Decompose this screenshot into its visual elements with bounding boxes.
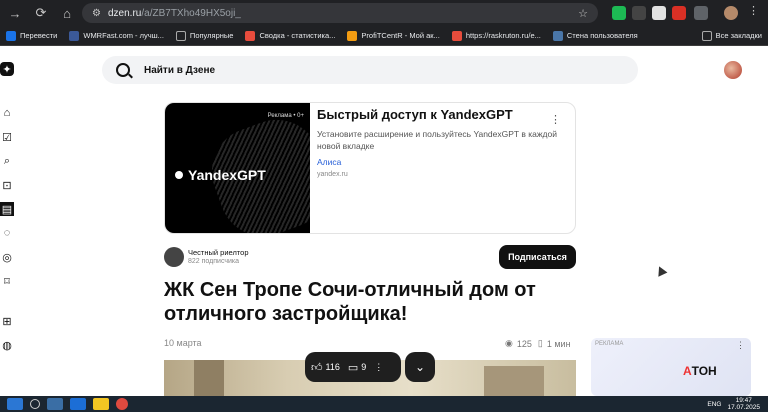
ad-domain: yandex.ru	[317, 171, 348, 178]
site-info-icon[interactable]: ⚙	[92, 8, 108, 19]
url-text: dzen.ru/a/ZB7TXho49HX5oji_	[108, 7, 241, 19]
comment-icon: ▭	[347, 361, 359, 374]
extension-icon[interactable]	[612, 6, 626, 20]
left-sidebar: ✦ ⌂ ☑ ⌕ ⊡ ▤ ◌ ◎ ⌑ ⊞ ◍	[0, 46, 20, 396]
ad-description: Установите расширение и пользуйтесь Yand…	[317, 129, 557, 151]
user-avatar[interactable]	[724, 61, 742, 79]
ad-logo: YandexGPT	[175, 167, 266, 183]
folder-icon	[175, 30, 186, 41]
clock[interactable]: 19:47 17.07.2025	[727, 397, 760, 411]
ad-badge: Реклама • 0+	[267, 113, 304, 119]
side-ad-brand: AТОН	[683, 364, 717, 378]
bookmark-star-icon[interactable]: ☆	[578, 7, 588, 20]
page-content: ✦ ⌂ ☑ ⌕ ⊡ ▤ ◌ ◎ ⌑ ⊞ ◍ Найти в Дзене Рекл…	[0, 46, 768, 396]
ad-card[interactable]: Реклама • 0+ YandexGPT Быстрый доступ к …	[164, 102, 576, 234]
translate-icon	[6, 30, 16, 41]
logo-dot-icon	[175, 171, 183, 179]
ad-image: Реклама • 0+ YandexGPT	[165, 103, 310, 233]
bookmark-icon[interactable]: ⌑	[0, 274, 14, 288]
bookmark-item[interactable]: Перевести	[6, 30, 57, 41]
chat-icon[interactable]: ◌	[0, 226, 14, 240]
search-bar[interactable]: Найти в Дзене	[102, 56, 638, 84]
extensions-puzzle-icon[interactable]	[694, 6, 708, 20]
bookmark-item[interactable]: ProfiTCentR - Мой ак...	[347, 30, 440, 41]
ad-title[interactable]: Быстрый доступ к YandexGPT	[317, 107, 557, 122]
bookmark-item[interactable]: Сводка - статистика...	[245, 30, 335, 41]
taskbar: ENG 19:47 17.07.2025	[0, 396, 768, 412]
like-button[interactable]: 👍︎ 116	[311, 361, 340, 374]
article-date: 10 марта	[164, 338, 202, 348]
dzen-logo-icon[interactable]: ✦	[0, 62, 14, 76]
bookmarks-bar: Перевести WMRFast.com - лучш... Популярн…	[0, 26, 768, 46]
building-shape	[484, 366, 544, 396]
home-icon[interactable]: ⌂	[0, 106, 14, 120]
extension-icon[interactable]	[672, 6, 686, 20]
home-icon[interactable]: ⌂	[56, 2, 78, 24]
thumb-up-icon: 👍︎	[311, 361, 323, 374]
bookmark-item[interactable]: Стена пользователя	[552, 30, 638, 41]
bookmark-item[interactable]: WMRFast.com - лучш...	[69, 30, 164, 41]
windows-start-icon[interactable]	[7, 398, 23, 410]
reload-icon[interactable]: ⟳	[30, 2, 52, 24]
site-icon	[451, 30, 462, 41]
taskbar-app-icon[interactable]	[47, 398, 63, 410]
tasks-icon[interactable]: ☑	[0, 130, 14, 144]
search-icon	[116, 63, 130, 77]
system-tray: ENG 19:47 17.07.2025	[707, 396, 760, 412]
browser-menu-icon[interactable]: ⋮	[748, 4, 762, 18]
author-row: Честный риелтор 822 подписчика Подписать…	[164, 245, 576, 271]
eye-icon: ◉	[505, 338, 513, 348]
reactions-bar: 👍︎ 116 ▭ 9 ⋮	[305, 352, 401, 382]
taskbar-app-icon[interactable]	[70, 398, 86, 410]
ad-body: Быстрый доступ к YandexGPT Установите ра…	[317, 107, 557, 178]
article-stats: ◉ 125 ▯ 1 мин	[505, 338, 577, 349]
author-name[interactable]: Честный риелтор	[188, 248, 249, 257]
scroll-down-button[interactable]: ⌄	[405, 352, 435, 382]
forward-icon[interactable]: →	[4, 2, 26, 24]
site-icon	[347, 30, 358, 41]
subscribe-button[interactable]: Подписаться	[499, 245, 576, 269]
author-avatar[interactable]	[164, 247, 184, 267]
bookmark-item[interactable]: https://raskruton.ru/e...	[451, 30, 541, 41]
shop-icon[interactable]: ⊡	[0, 178, 14, 192]
read-time: 1 мин	[546, 338, 571, 349]
ad-advertiser-link[interactable]: Алиса	[317, 157, 557, 167]
chrome-icon[interactable]	[116, 398, 128, 410]
all-bookmarks[interactable]: Все закладки	[701, 30, 762, 41]
pets-icon[interactable]: ◍	[0, 338, 14, 352]
side-ad[interactable]: РЕКЛАМА ⋮ AТОН	[591, 338, 751, 396]
explorer-icon[interactable]	[93, 398, 109, 410]
building-shape	[194, 360, 224, 396]
search-icon[interactable]: ⌕	[0, 154, 14, 168]
bookmark-folder[interactable]: Популярные	[175, 30, 233, 41]
site-icon	[69, 30, 80, 41]
profile-avatar[interactable]	[724, 6, 738, 20]
author-subscribers: 822 подписчика	[188, 258, 240, 265]
mouse-cursor-icon	[654, 264, 668, 277]
views-count: 125	[516, 338, 532, 349]
search-icon[interactable]	[30, 399, 40, 409]
comments-button[interactable]: ▭ 9	[348, 361, 366, 374]
article-title: ЖК Сен Тропе Сочи-отличный дом от отличн…	[164, 279, 536, 325]
articles-icon[interactable]: ▤	[0, 202, 14, 216]
site-icon	[245, 30, 256, 41]
language-indicator[interactable]: ENG	[707, 401, 721, 408]
side-ad-label: РЕКЛАМА	[595, 341, 624, 347]
book-icon: ▯	[537, 338, 543, 348]
more-icon[interactable]: ⋮	[736, 340, 745, 351]
video-icon[interactable]: ◎	[0, 250, 14, 264]
address-bar[interactable]: ⚙ dzen.ru/a/ZB7TXho49HX5oji_ ☆	[82, 3, 598, 23]
more-icon[interactable]: ⋮	[550, 113, 561, 126]
more-icon[interactable]: ⋮	[374, 362, 383, 373]
folder-icon	[701, 30, 712, 41]
games-icon[interactable]: ⊞	[0, 314, 14, 328]
site-icon	[552, 30, 563, 41]
search-placeholder: Найти в Дзене	[144, 64, 216, 76]
extension-icon[interactable]	[652, 6, 666, 20]
extension-icon[interactable]	[632, 6, 646, 20]
